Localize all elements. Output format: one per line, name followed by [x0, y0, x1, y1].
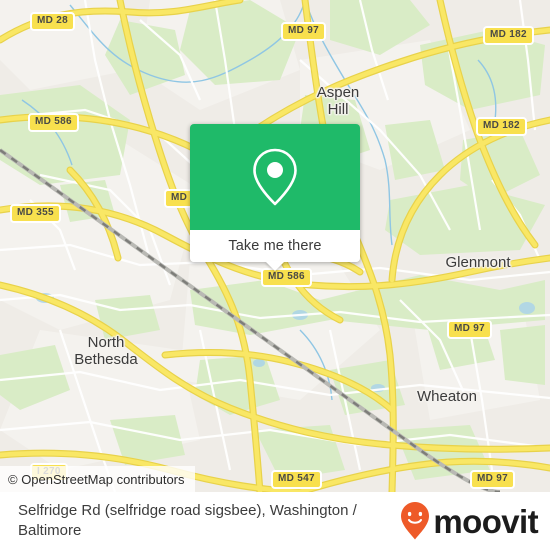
- take-me-there-label: Take me there: [228, 238, 322, 254]
- road-shield[interactable]: MD 586: [28, 113, 79, 132]
- place-label: Aspen Hill: [316, 84, 360, 118]
- road-shield[interactable]: MD 97: [447, 320, 492, 339]
- road-shield[interactable]: MD 28: [30, 12, 75, 31]
- popup-pointer-tail: [265, 261, 285, 271]
- moovit-pin-smiley-icon: [401, 502, 430, 540]
- road-shield[interactable]: MD 182: [483, 26, 534, 45]
- road-shield[interactable]: MD 355: [10, 204, 61, 223]
- road-shield[interactable]: MD 97: [281, 22, 326, 41]
- map-screenshot: MD 28 MD 97 MD 182 MD 586 MD 182 MD 355 …: [0, 0, 550, 550]
- road-shield[interactable]: MD 182: [476, 117, 527, 136]
- location-title: Selfridge Rd (selfridge road sigsbee), W…: [18, 502, 357, 539]
- place-label: North Bethesda: [74, 334, 138, 368]
- map-pin-icon: [253, 148, 297, 206]
- footer-bar: Selfridge Rd (selfridge road sigsbee), W…: [0, 492, 550, 550]
- place-label: Glenmont: [445, 254, 511, 271]
- place-label: Wheaton: [416, 388, 478, 405]
- location-popup-card[interactable]: Take me there: [190, 124, 360, 271]
- map-viewport[interactable]: MD 28 MD 97 MD 182 MD 586 MD 182 MD 355 …: [0, 0, 550, 492]
- moovit-logo[interactable]: moovit: [400, 501, 539, 541]
- popup-header: [190, 124, 360, 230]
- osm-attribution-text: © OpenStreetMap contributors: [8, 471, 185, 487]
- take-me-there-button[interactable]: Take me there: [190, 230, 360, 271]
- moovit-wordmark: moovit: [433, 502, 538, 540]
- road-shield[interactable]: MD 97: [470, 470, 515, 489]
- osm-attribution[interactable]: © OpenStreetMap contributors: [0, 466, 195, 492]
- road-shield[interactable]: MD 547: [271, 470, 322, 489]
